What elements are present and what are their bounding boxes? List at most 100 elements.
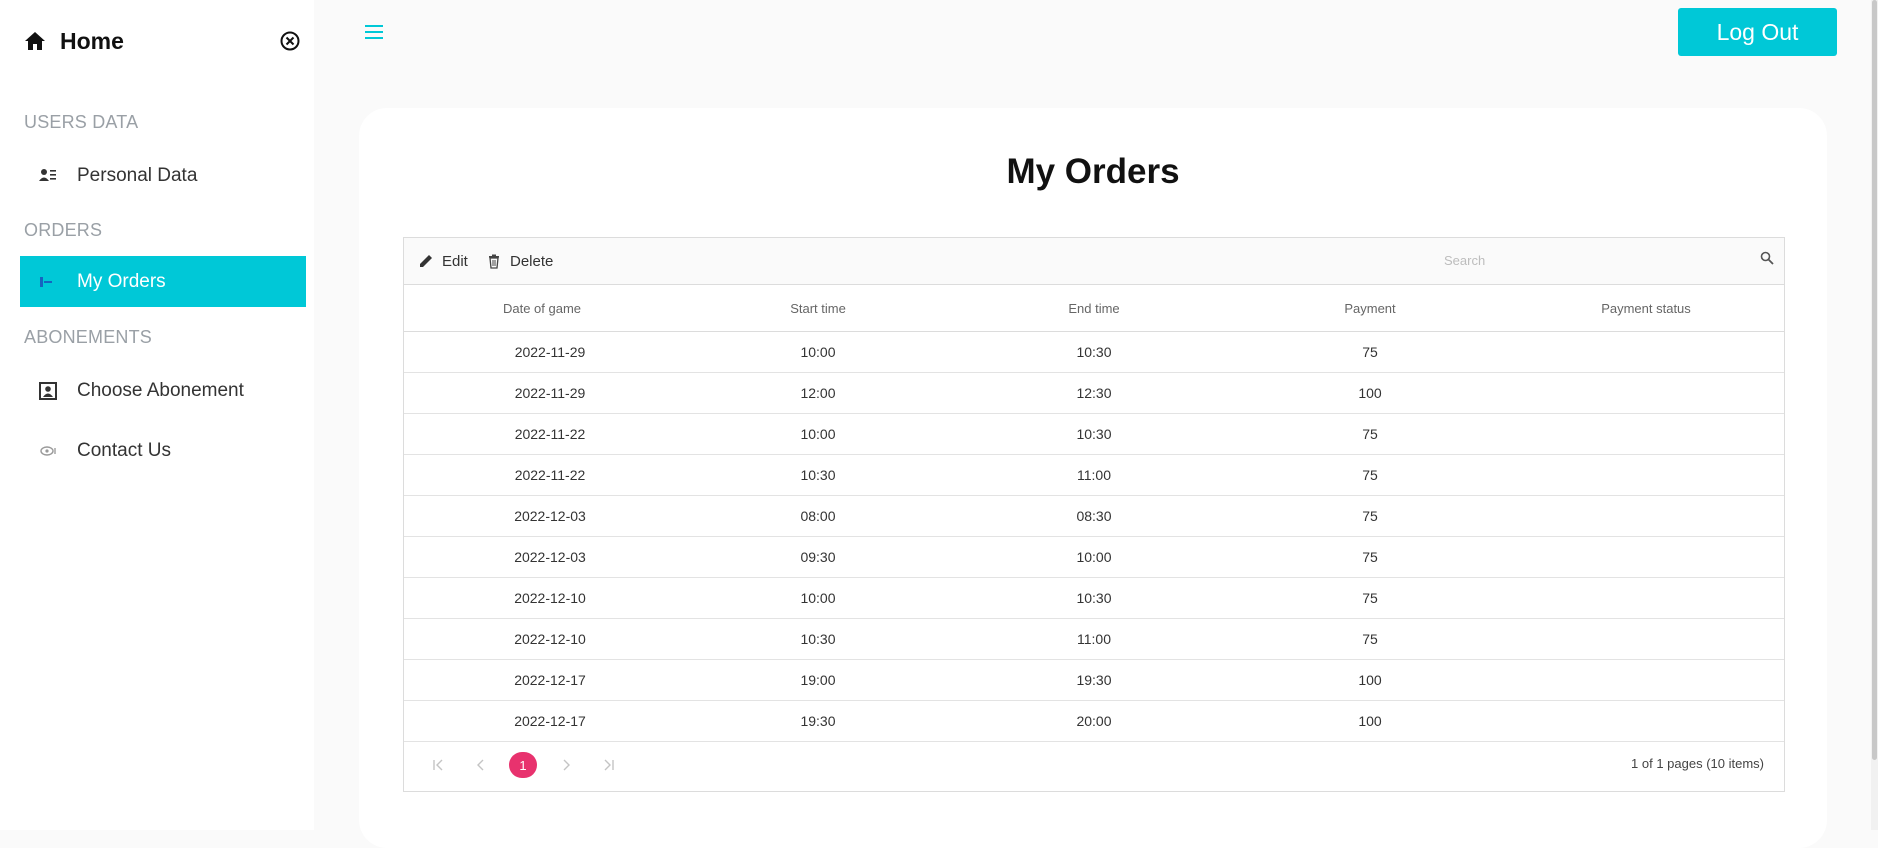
next-page-icon[interactable] <box>556 755 576 775</box>
column-header-date-of-game[interactable]: Date of game <box>404 285 680 331</box>
sidebar-item-personal-data[interactable]: Personal Data <box>20 150 306 201</box>
sidebar-item-label: Contact Us <box>77 439 171 461</box>
logout-button[interactable]: Log Out <box>1678 8 1837 56</box>
table-row[interactable]: 2022-11-22 10:00 10:30 75 <box>404 414 1784 455</box>
column-header-start-time[interactable]: Start time <box>680 285 956 331</box>
cell-payment: 100 <box>1358 385 1382 401</box>
table-row[interactable]: 2022-11-22 10:30 11:00 75 <box>404 455 1784 496</box>
menu-hamburger-icon[interactable] <box>364 22 384 42</box>
cell-payment-status <box>1508 537 1784 577</box>
cell-date-of-game: 2022-12-03 <box>514 549 586 565</box>
cell-payment-status <box>1508 332 1784 372</box>
cell-payment-status <box>1508 701 1784 741</box>
cell-payment: 75 <box>1362 631 1378 647</box>
cell-date-of-game: 2022-11-29 <box>514 344 586 360</box>
previous-page-icon[interactable] <box>471 755 491 775</box>
cell-date-of-game: 2022-12-10 <box>514 590 586 606</box>
cell-payment-status <box>1508 660 1784 700</box>
cell-end-time: 10:30 <box>1076 426 1112 442</box>
cell-payment-status <box>1508 496 1784 536</box>
cell-payment-status <box>1508 455 1784 495</box>
sidebar-item-label: My Orders <box>77 270 166 292</box>
table-row[interactable]: 2022-12-17 19:30 20:00 100 <box>404 701 1784 742</box>
cell-start-time: 12:00 <box>800 385 836 401</box>
contact-card-icon <box>38 166 58 186</box>
cell-date-of-game: 2022-11-29 <box>514 385 586 401</box>
cell-payment: 75 <box>1362 508 1378 524</box>
orders-icon <box>38 272 58 292</box>
delete-label: Delete <box>510 252 554 270</box>
cell-payment-status <box>1508 578 1784 618</box>
table-row[interactable]: 2022-11-29 10:00 10:30 75 <box>404 332 1784 373</box>
cell-start-time: 10:00 <box>800 590 836 606</box>
column-header-end-time[interactable]: End time <box>956 285 1232 331</box>
grid-search <box>1444 248 1774 272</box>
pager-info: 1 of 1 pages (10 items) <box>1631 756 1764 771</box>
cell-start-time: 19:00 <box>800 672 836 688</box>
table-row[interactable]: 2022-12-10 10:00 10:30 75 <box>404 578 1784 619</box>
cell-payment: 75 <box>1362 344 1378 360</box>
sidebar-home-link[interactable]: Home <box>24 26 124 56</box>
sidebar-item-contact-us[interactable]: Contact Us <box>20 425 306 476</box>
scrollbar-thumb[interactable] <box>1872 0 1877 760</box>
first-page-icon[interactable] <box>428 755 448 775</box>
table-row[interactable]: 2022-12-17 19:00 19:30 100 <box>404 660 1784 701</box>
cell-payment-status <box>1508 414 1784 454</box>
cell-end-time: 12:30 <box>1076 385 1112 401</box>
close-sidebar-icon[interactable] <box>279 30 301 52</box>
sidebar-item-label: Choose Abonement <box>77 379 244 401</box>
cell-end-time: 19:30 <box>1076 672 1112 688</box>
cell-date-of-game: 2022-12-17 <box>514 672 586 688</box>
sidebar-section-users-data: USERS DATA <box>24 112 139 132</box>
table-row[interactable]: 2022-12-03 08:00 08:30 75 <box>404 496 1784 537</box>
cell-payment-status <box>1508 619 1784 659</box>
vertical-scrollbar[interactable] <box>1871 0 1878 830</box>
sidebar-home-label: Home <box>60 27 124 54</box>
home-icon <box>24 30 46 52</box>
cell-payment: 100 <box>1358 672 1382 688</box>
cell-date-of-game: 2022-12-03 <box>514 508 586 524</box>
orders-grid: Edit Delete Date of game Start time End … <box>403 237 1785 792</box>
grid-body: 2022-11-29 10:00 10:30 75 2022-11-29 12:… <box>404 332 1784 742</box>
sidebar: Home USERS DATA Personal Data ORDERS My … <box>0 0 314 830</box>
sidebar-item-my-orders[interactable]: My Orders <box>20 256 306 307</box>
page-title: My Orders <box>1006 152 1180 191</box>
cell-payment: 100 <box>1358 713 1382 729</box>
column-header-payment[interactable]: Payment <box>1232 285 1508 331</box>
user-badge-icon <box>38 381 58 401</box>
cell-end-time: 20:00 <box>1076 713 1112 729</box>
sidebar-item-choose-abonement[interactable]: Choose Abonement <box>20 365 306 416</box>
table-row[interactable]: 2022-12-10 10:30 11:00 75 <box>404 619 1784 660</box>
search-input[interactable] <box>1444 248 1746 272</box>
cell-payment: 75 <box>1362 467 1378 483</box>
table-row[interactable]: 2022-12-03 09:30 10:00 75 <box>404 537 1784 578</box>
cell-end-time: 08:30 <box>1076 508 1112 524</box>
cell-date-of-game: 2022-12-17 <box>514 713 586 729</box>
cell-end-time: 10:00 <box>1076 549 1112 565</box>
table-row[interactable]: 2022-11-29 12:00 12:30 100 <box>404 373 1784 414</box>
edit-button[interactable]: Edit <box>418 250 468 272</box>
cell-payment: 75 <box>1362 590 1378 606</box>
column-header-payment-status[interactable]: Payment status <box>1508 285 1784 331</box>
last-page-icon[interactable] <box>599 755 619 775</box>
search-icon[interactable] <box>1760 251 1774 265</box>
trash-icon <box>486 253 502 269</box>
page-number-button[interactable]: 1 <box>509 752 537 778</box>
cell-payment-status <box>1508 373 1784 413</box>
edit-label: Edit <box>442 252 468 270</box>
cell-start-time: 08:00 <box>800 508 836 524</box>
cell-date-of-game: 2022-11-22 <box>514 467 586 483</box>
sidebar-section-abonements: ABONEMENTS <box>24 327 153 347</box>
cell-end-time: 10:30 <box>1076 344 1112 360</box>
pencil-icon <box>418 253 434 269</box>
cell-date-of-game: 2022-11-22 <box>514 426 586 442</box>
cell-payment: 75 <box>1362 549 1378 565</box>
cell-end-time: 11:00 <box>1077 467 1111 483</box>
grid-pager: 1 1 of 1 pages (10 items) <box>404 738 1784 791</box>
sidebar-section-orders: ORDERS <box>24 220 103 240</box>
cell-start-time: 10:30 <box>800 631 836 647</box>
contact-icon <box>38 441 58 461</box>
cell-start-time: 09:30 <box>800 549 836 565</box>
cell-date-of-game: 2022-12-10 <box>514 631 586 647</box>
delete-button[interactable]: Delete <box>486 250 553 272</box>
